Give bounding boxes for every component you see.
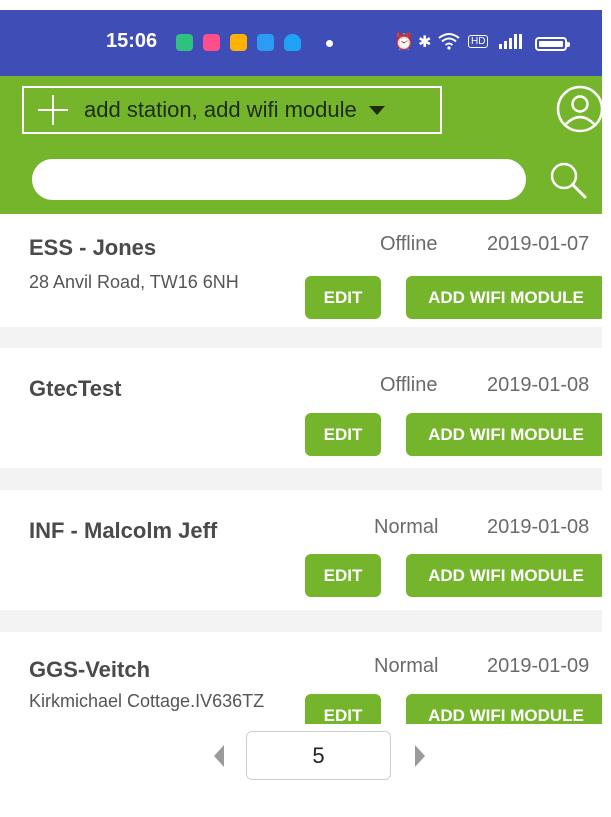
edit-button[interactable]: EDIT xyxy=(305,276,381,319)
page-number-input[interactable]: 5 xyxy=(246,731,391,780)
prev-page-icon[interactable] xyxy=(214,745,224,767)
station-card: GGS-Veitch Normal 2019-01-09 Kirkmichael… xyxy=(0,632,611,737)
status-time: 15:06 xyxy=(106,30,158,52)
right-edge xyxy=(602,0,611,817)
top-bar: add station, add wifi module xyxy=(0,76,604,144)
message-app-icon xyxy=(176,34,193,51)
shopping-app-icon xyxy=(203,34,220,51)
station-card: INF - Malcolm Jeff Normal 2019-01-08 EDI… xyxy=(0,490,611,610)
station-date: 2019-01-09 xyxy=(487,655,590,677)
station-date: 2019-01-07 xyxy=(487,233,590,255)
station-date: 2019-01-08 xyxy=(487,374,590,396)
notification-dot-icon xyxy=(326,40,333,47)
station-status: Normal xyxy=(374,516,439,538)
mail-app-icon xyxy=(230,34,247,51)
wifi-icon xyxy=(438,32,460,55)
add-wifi-module-button[interactable]: ADD WIFI MODULE xyxy=(406,413,606,456)
add-station-dropdown[interactable]: add station, add wifi module xyxy=(22,86,442,134)
add-wifi-module-button[interactable]: ADD WIFI MODULE xyxy=(406,276,606,319)
caret-down-icon xyxy=(368,105,385,115)
bluetooth-icon: ✱ xyxy=(418,34,432,51)
add-wifi-module-button[interactable]: ADD WIFI MODULE xyxy=(406,554,606,597)
hd-icon: HD xyxy=(468,35,489,48)
edit-button[interactable]: EDIT xyxy=(305,554,381,597)
battery-icon xyxy=(535,37,570,51)
station-address: Kirkmichael Cottage.IV636TZ xyxy=(29,691,265,711)
qq-icon xyxy=(284,34,301,51)
station-card: ESS - Jones Offline 2019-01-07 28 Anvil … xyxy=(0,214,611,327)
list-separator xyxy=(0,610,611,632)
status-bar: 15:06 ⏰ ✱ HD xyxy=(0,10,602,76)
user-avatar-icon[interactable] xyxy=(554,83,606,135)
search-icon[interactable] xyxy=(548,160,588,200)
pagination: 5 xyxy=(0,724,611,787)
next-page-icon[interactable] xyxy=(415,745,425,767)
station-name: GGS-Veitch xyxy=(29,657,151,682)
station-status: Offline xyxy=(380,374,438,396)
signal-icon xyxy=(497,32,525,55)
station-card: GtecTest Offline 2019-01-08 EDIT ADD WIF… xyxy=(0,348,611,468)
station-date: 2019-01-08 xyxy=(487,516,590,538)
search-input[interactable] xyxy=(32,159,526,200)
station-status: Offline xyxy=(380,233,438,255)
station-name: ESS - Jones xyxy=(29,235,157,260)
station-address: 28 Anvil Road, TW16 6NH xyxy=(29,272,239,292)
list-separator xyxy=(0,327,611,348)
browser-app-icon xyxy=(257,34,274,51)
add-station-label: add station, add wifi module xyxy=(84,97,357,122)
station-name: INF - Malcolm Jeff xyxy=(29,518,218,543)
station-name: GtecTest xyxy=(29,376,122,401)
station-status: Normal xyxy=(374,655,439,677)
alarm-icon: ⏰ xyxy=(394,34,414,51)
list-separator xyxy=(0,468,611,490)
plus-icon xyxy=(38,95,68,125)
search-bar xyxy=(0,144,602,214)
edit-button[interactable]: EDIT xyxy=(305,413,381,456)
